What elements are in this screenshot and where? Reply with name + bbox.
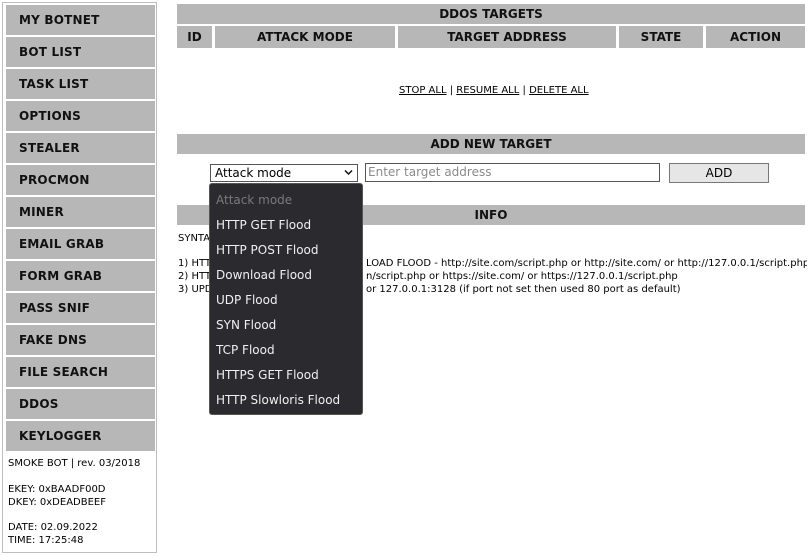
nav-item-file-search[interactable]: FILE SEARCH	[6, 357, 155, 387]
col-id: ID	[177, 26, 212, 48]
nav-item-ddos[interactable]: DDOS	[6, 389, 155, 419]
nav-item-email-grab[interactable]: EMAIL GRAB	[6, 229, 155, 259]
dropdown-option-tcp[interactable]: TCP Flood	[216, 339, 275, 361]
info-line1-end: LOAD FLOOD - http://site.com/script.php …	[366, 258, 807, 269]
info-line2-start: 2) HTT	[178, 271, 212, 282]
delete-all-link[interactable]: DELETE ALL	[529, 85, 589, 96]
version-text: SMOKE BOT | rev. 03/2018	[8, 458, 141, 469]
bulk-actions: STOP ALL | RESUME ALL | DELETE ALL	[399, 85, 589, 96]
nav-item-my-botnet[interactable]: MY BOTNET	[6, 5, 155, 35]
dropdown-option-placeholder: Attack mode	[216, 193, 293, 207]
dkey-text: DKEY: 0xDEADBEEF	[8, 497, 106, 508]
nav-item-pass-snif[interactable]: PASS SNIF	[6, 293, 155, 323]
attack-mode-value: Attack mode	[215, 166, 292, 180]
nav-item-task-list[interactable]: TASK LIST	[6, 69, 155, 99]
add-target-header: ADD NEW TARGET	[177, 134, 805, 154]
date-text: DATE: 02.09.2022	[8, 522, 98, 533]
separator: |	[522, 85, 526, 96]
chevron-down-icon	[344, 169, 353, 176]
col-action: ACTION	[706, 26, 805, 48]
dropdown-option-http-post[interactable]: HTTP POST Flood	[216, 239, 319, 261]
dropdown-option-http-slowloris[interactable]: HTTP Slowloris Flood	[216, 389, 340, 411]
time-text: TIME: 17:25:48	[8, 535, 84, 546]
dropdown-option-download[interactable]: Download Flood	[216, 264, 312, 286]
info-line2-end: n/script.php or https://site.com/ or htt…	[366, 271, 678, 282]
info-syntax: SYNTA	[178, 233, 211, 244]
nav-item-options[interactable]: OPTIONS	[6, 101, 155, 131]
info-line1-start: 1) HTT	[178, 258, 212, 269]
info-line3-end: or 127.0.0.1:3128 (if port not set then …	[366, 284, 681, 295]
attack-mode-dropdown[interactable]: Attack mode HTTP GET Flood HTTP POST Flo…	[209, 183, 363, 415]
dropdown-option-http-get[interactable]: HTTP GET Flood	[216, 214, 311, 236]
separator: |	[449, 85, 454, 96]
nav-item-procmon[interactable]: PROCMON	[6, 165, 155, 195]
sidebar: MY BOTNET BOT LIST TASK LIST OPTIONS STE…	[2, 2, 157, 553]
col-attack-mode: ATTACK MODE	[215, 26, 395, 48]
target-address-input[interactable]: Enter target address	[365, 163, 660, 182]
dropdown-option-udp[interactable]: UDP Flood	[216, 289, 278, 311]
ddos-targets-header: DDOS TARGETS	[177, 4, 805, 24]
dropdown-option-syn[interactable]: SYN Flood	[216, 314, 276, 336]
nav-item-bot-list[interactable]: BOT LIST	[6, 37, 155, 67]
attack-mode-select[interactable]: Attack mode	[210, 164, 358, 182]
nav-item-keylogger[interactable]: KEYLOGGER	[6, 421, 155, 451]
ekey-text: EKEY: 0xBAADF00D	[8, 484, 106, 495]
dropdown-option-https-get[interactable]: HTTPS GET Flood	[216, 364, 319, 386]
stop-all-link[interactable]: STOP ALL	[399, 85, 447, 96]
col-target-address: TARGET ADDRESS	[398, 26, 616, 48]
info-line3-start: 3) UPD	[178, 284, 213, 295]
nav-item-fake-dns[interactable]: FAKE DNS	[6, 325, 155, 355]
nav-item-miner[interactable]: MINER	[6, 197, 155, 227]
add-button[interactable]: ADD	[669, 163, 769, 183]
resume-all-link[interactable]: RESUME ALL	[456, 85, 519, 96]
col-state: STATE	[619, 26, 703, 48]
nav-item-stealer[interactable]: STEALER	[6, 133, 155, 163]
nav-item-form-grab[interactable]: FORM GRAB	[6, 261, 155, 291]
